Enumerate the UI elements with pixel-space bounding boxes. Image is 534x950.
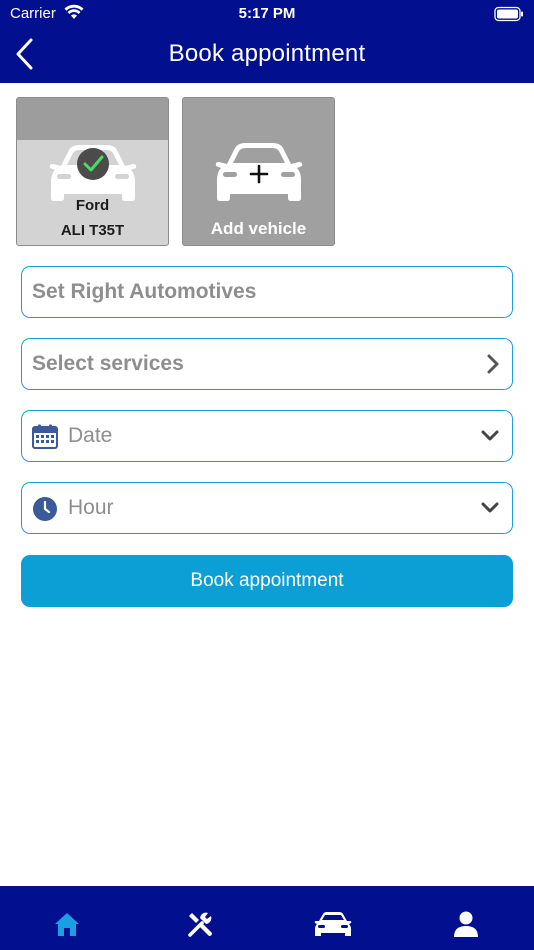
hour-placeholder: Hour bbox=[68, 496, 114, 519]
tab-bar bbox=[0, 886, 534, 950]
workshop-value: Set Right Automotives bbox=[32, 280, 257, 303]
clock-icon bbox=[32, 496, 58, 527]
tools-icon bbox=[187, 912, 212, 937]
user-icon bbox=[453, 911, 478, 937]
tab-vehicles[interactable] bbox=[266, 886, 399, 950]
vehicle-plate: ALI T35T bbox=[60, 222, 125, 239]
tab-services[interactable] bbox=[133, 886, 266, 950]
date-placeholder: Date bbox=[68, 424, 113, 447]
car-plus-icon bbox=[213, 140, 305, 207]
services-placeholder: Select services bbox=[32, 352, 184, 375]
car-icon bbox=[314, 912, 351, 936]
vehicle-make: Ford bbox=[75, 197, 110, 214]
status-bar: Carrier 5:17 PM bbox=[0, 0, 534, 28]
header-bar: Carrier 5:17 PM Book appointment bbox=[0, 0, 534, 83]
tab-profile[interactable] bbox=[399, 886, 532, 950]
chevron-right-icon bbox=[486, 353, 500, 380]
hour-field[interactable]: Hour bbox=[21, 482, 513, 534]
status-time: 5:17 PM bbox=[238, 5, 296, 22]
page-title: Book appointment bbox=[168, 40, 366, 67]
add-vehicle-button[interactable]: Add vehicle bbox=[182, 97, 335, 246]
tab-home[interactable] bbox=[0, 886, 133, 950]
chevron-down-icon bbox=[480, 429, 500, 448]
chevron-down-icon bbox=[480, 501, 500, 520]
add-vehicle-label: Add vehicle bbox=[210, 219, 307, 238]
book-appointment-button[interactable]: Book appointment bbox=[21, 555, 513, 607]
battery-icon bbox=[494, 6, 524, 26]
date-field[interactable]: Date bbox=[21, 410, 513, 462]
card-header-band bbox=[17, 98, 168, 140]
calendar-icon bbox=[32, 424, 58, 455]
workshop-field[interactable]: Set Right Automotives bbox=[21, 266, 513, 318]
navigation-bar: Book appointment bbox=[0, 28, 534, 83]
home-icon bbox=[54, 913, 79, 936]
vehicle-card-selected[interactable]: Ford ALI T35T bbox=[16, 97, 169, 246]
select-services-field[interactable]: Select services bbox=[21, 338, 513, 390]
